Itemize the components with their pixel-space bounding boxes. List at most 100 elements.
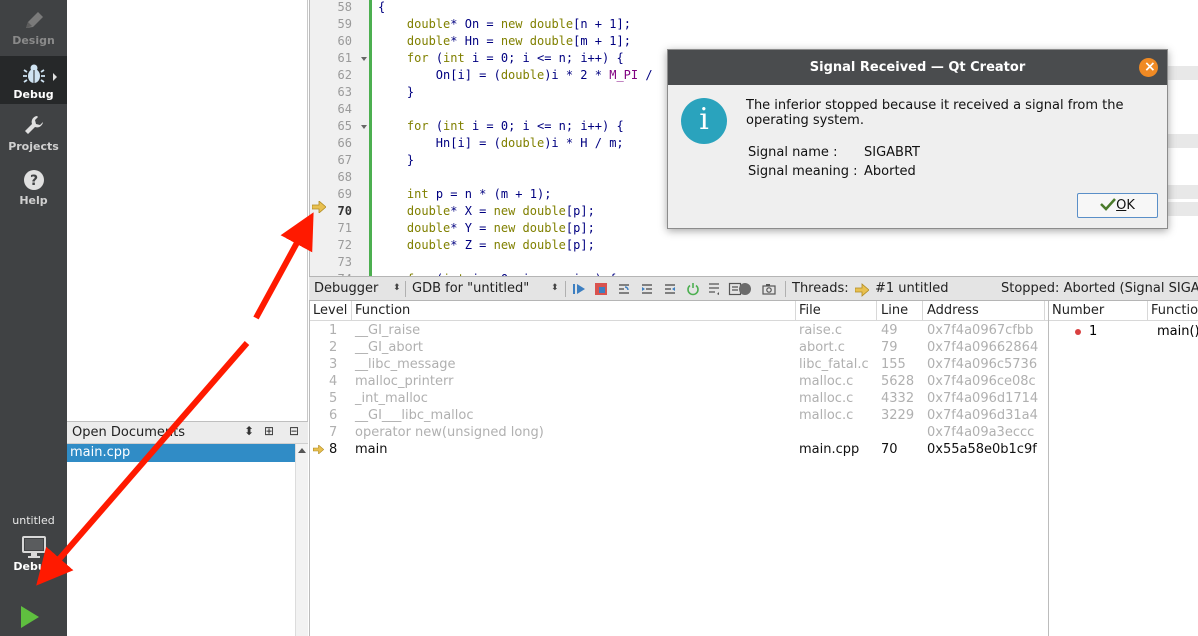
fold-marker-icon[interactable] [361, 57, 367, 61]
mode-debug-label: Debug [13, 88, 54, 101]
snapshot-camera-icon[interactable] [762, 282, 776, 296]
line-number[interactable]: 69 [324, 186, 352, 203]
line-number[interactable]: 60 [324, 33, 352, 50]
restart-icon[interactable] [686, 282, 700, 296]
line-number[interactable]: 61 [324, 50, 352, 67]
line-number[interactable]: 63 [324, 84, 352, 101]
dialog-title[interactable]: Signal Received — Qt Creator [668, 50, 1167, 85]
line-number[interactable]: 73 [324, 254, 352, 271]
step-over-icon[interactable] [617, 282, 631, 296]
threads-view[interactable]: Number Function 1 main() [1048, 301, 1198, 636]
fold-marker-icon[interactable] [361, 125, 367, 129]
col-address[interactable]: Address [927, 303, 979, 318]
frame-file: abort.c [799, 340, 845, 355]
stack-row[interactable]: 8 main main.cpp 70 0x55a58e0b1c9f [310, 441, 1049, 458]
col-thread-function[interactable]: Function [1151, 303, 1198, 318]
engine-select[interactable]: GDB for "untitled" [412, 281, 529, 296]
thread-function: main() [1157, 324, 1198, 339]
close-panel-icon[interactable]: ⊟ [289, 424, 299, 438]
thread-row[interactable]: 1 main() [1049, 323, 1198, 340]
stack-view[interactable]: Level Function File Line Address 1 __GI_r… [309, 301, 1049, 636]
step-into-icon[interactable] [640, 282, 654, 296]
kit-selector-button[interactable]: Debug [0, 533, 67, 583]
frame-file: malloc.c [799, 391, 854, 406]
continue-icon[interactable] [572, 282, 586, 296]
column-divider[interactable] [922, 301, 923, 321]
line-number[interactable]: 65 [324, 118, 352, 135]
stack-row[interactable]: 3 __libc_message libc_fatal.c 155 0x7f4a096c… [310, 356, 1049, 373]
stack-row[interactable]: 5 _int_malloc malloc.c 4332 0x7f4a096d1714 [310, 390, 1049, 407]
code-line: int p = n * (m + 1); [406, 187, 552, 201]
stack-row[interactable]: 6 __GI___libc_malloc malloc.c 3229 0x7f4a096… [310, 407, 1049, 424]
column-divider[interactable] [1147, 301, 1148, 321]
thread-arrow-icon [855, 283, 869, 297]
mode-help-label: Help [19, 194, 48, 207]
col-line[interactable]: Line [881, 303, 908, 318]
frame-address: 0x7f4a09a3eccc [927, 425, 1035, 440]
view-select-spinner-icon[interactable]: ⬍ [244, 424, 254, 438]
frame-level: 8 [329, 442, 338, 457]
col-function[interactable]: Function [355, 303, 410, 318]
perspective-spinner-icon[interactable]: ⬍ [393, 283, 401, 293]
mode-projects[interactable]: Projects [0, 114, 67, 158]
line-number[interactable]: 68 [324, 169, 352, 186]
engine-spinner-icon[interactable]: ⬍ [551, 283, 559, 293]
frame-function: malloc_printerr [355, 374, 454, 389]
stack-row[interactable]: 7 operator new(unsigned long) 0x7f4a09a3ec… [310, 424, 1049, 441]
stack-row[interactable]: 1 __GI_raise raise.c 49 0x7f4a0967cfbb [310, 322, 1049, 339]
qt-creator-window: Design Debug Projects ? Help untitled De… [0, 0, 1198, 636]
column-divider[interactable] [351, 301, 352, 321]
frame-function: __libc_message [355, 357, 456, 372]
col-file[interactable]: File [799, 303, 821, 318]
perspective-select[interactable]: Debugger [314, 281, 378, 296]
threads-header: Number Function [1049, 301, 1198, 321]
column-divider[interactable] [1044, 301, 1045, 321]
toolbar-separator [405, 281, 406, 297]
code-line: } [378, 153, 415, 167]
stack-header: Level Function File Line Address [310, 301, 1049, 321]
line-number[interactable]: 66 [324, 135, 352, 152]
close-icon[interactable]: × [1139, 58, 1158, 77]
thread-status-dot-icon [1075, 329, 1081, 335]
frame-line: 4332 [881, 391, 915, 406]
stack-row[interactable]: 4 malloc_printerr malloc.c 5628 0x7f4a096ce0… [310, 373, 1049, 390]
line-number[interactable]: 59 [324, 16, 352, 33]
mode-help[interactable]: ? Help [0, 168, 67, 212]
reverse-step-icon[interactable] [707, 282, 721, 296]
scroll-up-icon[interactable] [298, 448, 306, 453]
kit-mode-label: Debug [13, 560, 54, 573]
step-out-icon[interactable] [663, 282, 677, 296]
ok-button[interactable]: OK [1077, 193, 1158, 218]
line-highlight [1168, 185, 1198, 199]
split-icon[interactable]: ⊞ [264, 424, 274, 438]
line-number[interactable]: 62 [324, 67, 352, 84]
line-highlight [1168, 202, 1198, 216]
code-line: double* On = new double[n + 1]; [406, 17, 631, 31]
pencil-icon [25, 12, 43, 28]
line-number[interactable]: 70 [324, 203, 352, 220]
line-number[interactable]: 72 [324, 237, 352, 254]
col-level[interactable]: Level [313, 303, 347, 318]
code-line: for (int i = 0; i <= n; i++) { [406, 51, 624, 65]
frame-level: 1 [329, 323, 338, 338]
frame-level: 2 [329, 340, 338, 355]
record-icon[interactable] [738, 282, 752, 296]
thread-select[interactable]: #1 untitled [875, 281, 948, 296]
line-number[interactable]: 64 [324, 101, 352, 118]
open-documents-scrollbar[interactable] [295, 444, 308, 636]
signal-meaning-label: Signal meaning : [748, 164, 858, 179]
stack-row[interactable]: 2 __GI_abort abort.c 79 0x7f4a09662864 [310, 339, 1049, 356]
code-line: Hn[i] = (double)i * H / m; [378, 136, 624, 150]
open-document-item[interactable]: main.cpp [67, 444, 295, 462]
column-divider[interactable] [876, 301, 877, 321]
stop-debugger-icon[interactable] [594, 282, 608, 296]
frame-file: raise.c [799, 323, 842, 338]
run-icon[interactable] [18, 604, 42, 630]
mode-debug[interactable]: Debug [0, 56, 67, 104]
mode-design[interactable]: Design [0, 10, 67, 54]
line-number[interactable]: 58 [324, 0, 352, 16]
column-divider[interactable] [795, 301, 796, 321]
line-number[interactable]: 71 [324, 220, 352, 237]
line-number[interactable]: 67 [324, 152, 352, 169]
col-number[interactable]: Number [1052, 303, 1104, 318]
